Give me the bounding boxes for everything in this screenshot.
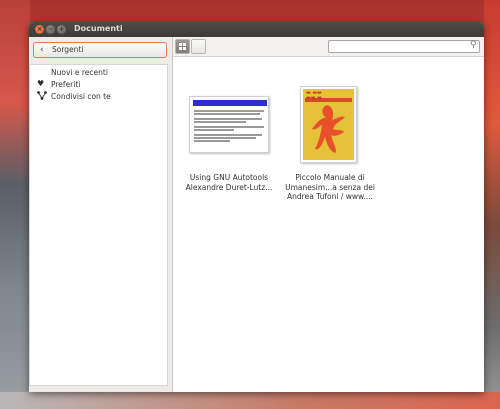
thumbnail-text-line xyxy=(194,140,230,142)
list-view-button[interactable] xyxy=(191,39,206,54)
thumbnail-text-line xyxy=(194,137,256,139)
close-window-button[interactable]: × xyxy=(35,25,44,34)
document-caption[interactable]: Using GNU Autotools Alexandre Duret-Lutz… xyxy=(179,173,279,192)
document-thumbnail[interactable] xyxy=(189,96,269,153)
thumbnail-text-line xyxy=(194,113,260,115)
minimize-window-button[interactable]: − xyxy=(46,25,55,34)
sidebar-item-recent[interactable]: Nuovi e recenti xyxy=(30,67,167,79)
share-icon xyxy=(37,91,47,101)
chevron-left-icon: ‹ xyxy=(40,45,44,55)
thumbnail-text-line xyxy=(194,110,264,112)
book-cover-image: ▬ ▬▬ ▬▬ ▬ xyxy=(303,89,354,160)
document-title-line: Using GNU Autotools xyxy=(189,173,269,182)
desktop-wallpaper-right xyxy=(484,0,500,409)
search-input[interactable] xyxy=(328,40,480,53)
maximize-window-button[interactable]: + xyxy=(57,25,66,34)
thumbnail-text-line xyxy=(194,129,234,131)
document-author-line: Andrea Tufoni / www.... xyxy=(287,192,373,201)
thumbnail-text-line xyxy=(194,118,262,120)
search-icon[interactable]: ⚲ xyxy=(470,40,477,51)
heart-icon: ♥ xyxy=(37,79,45,88)
grid-icon xyxy=(179,43,186,50)
document-title-line: Piccolo Manuale di xyxy=(295,173,365,182)
grid-view-button[interactable] xyxy=(175,39,190,54)
document-thumbnail[interactable]: ▬ ▬▬ ▬▬ ▬ xyxy=(300,86,357,163)
thumbnail-text-line xyxy=(194,126,264,128)
desktop-wallpaper-bottom xyxy=(0,392,500,409)
document-caption[interactable]: Piccolo Manuale di Umanesim...a senza de… xyxy=(281,173,379,202)
book-cover-title-mark: ▬ ▬▬ ▬▬ ▬ xyxy=(306,90,322,101)
thumbnail-header-bar xyxy=(193,100,267,106)
window-title: Documenti xyxy=(74,24,123,33)
close-icon: × xyxy=(36,25,43,33)
sidebar-list: Nuovi e recenti ♥ Preferiti Condivisi co… xyxy=(29,64,168,386)
window-titlebar[interactable]: × − + Documenti xyxy=(29,22,484,37)
maximize-icon: + xyxy=(58,25,65,33)
sidebar-item-label: Preferiti xyxy=(51,80,81,89)
document-view: ⚲ Using GNU Autotools Alexandre Duret-Lu… xyxy=(172,37,484,392)
sidebar-item-label: Condivisi con te xyxy=(51,92,111,101)
thumbnail-text-line xyxy=(194,134,262,136)
document-title-line: Umanesim...a senza dei xyxy=(285,182,375,192)
desktop-wallpaper-left xyxy=(0,0,30,409)
sidebar: ‹ Sorgenti Nuovi e recenti ♥ Preferiti C… xyxy=(29,37,172,392)
document-author-line: Alexandre Duret-Lutz... xyxy=(185,182,273,192)
sidebar-item-favorites[interactable]: ♥ Preferiti xyxy=(30,79,167,91)
thumbnail-text-line xyxy=(194,121,246,123)
sources-label: Sorgenti xyxy=(52,45,84,54)
minimize-icon: − xyxy=(47,25,54,33)
documents-window: × − + Documenti ‹ Sorgenti Nuovi e recen… xyxy=(29,22,484,392)
sidebar-item-label: Nuovi e recenti xyxy=(51,68,108,77)
sources-button[interactable]: ‹ Sorgenti xyxy=(33,42,167,58)
sidebar-item-shared[interactable]: Condivisi con te xyxy=(30,91,167,103)
toolbar: ⚲ xyxy=(173,37,484,57)
